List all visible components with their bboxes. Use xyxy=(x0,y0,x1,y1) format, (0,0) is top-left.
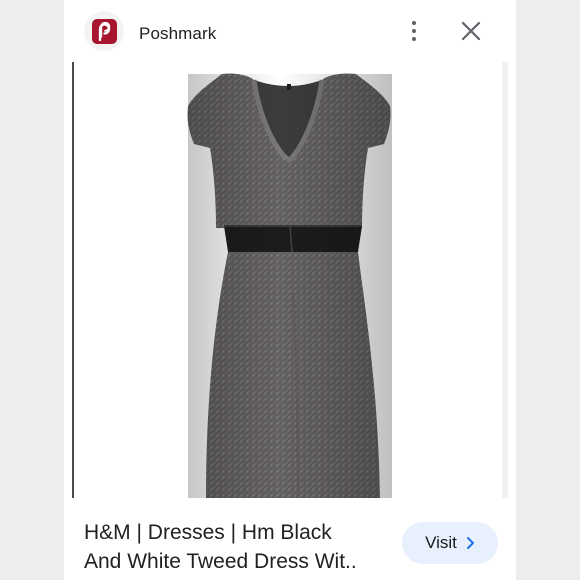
more-vert-icon-dot xyxy=(412,37,416,41)
more-vert-icon xyxy=(412,21,416,25)
result-title-line2: And White Tweed Dress Wit.. xyxy=(84,550,357,573)
more-vert-icon-dot xyxy=(412,29,416,33)
more-options-button[interactable] xyxy=(404,17,424,45)
result-title[interactable]: H&M | Dresses | Hm Black And White Tweed… xyxy=(84,518,384,576)
close-icon xyxy=(461,21,481,41)
source-name[interactable]: Poshmark xyxy=(139,24,216,44)
close-button[interactable] xyxy=(460,20,482,42)
visit-button[interactable]: Visit xyxy=(402,522,498,564)
result-title-line1: H&M | Dresses | Hm Black xyxy=(84,521,332,544)
right-gutter xyxy=(516,0,580,580)
visit-label: Visit xyxy=(425,533,457,552)
product-image[interactable] xyxy=(72,62,508,498)
image-scroll-edge xyxy=(502,62,508,498)
result-info: H&M | Dresses | Hm Black And White Tweed… xyxy=(64,498,516,580)
left-gutter xyxy=(0,0,64,580)
chevron-right-icon xyxy=(466,537,474,549)
image-preview-panel: Poshmark H&M | Dresses | Hm Black And Wh… xyxy=(64,0,516,580)
dress-photo xyxy=(187,73,392,498)
poshmark-logo-icon[interactable] xyxy=(84,11,124,51)
preview-header: Poshmark xyxy=(64,0,516,62)
